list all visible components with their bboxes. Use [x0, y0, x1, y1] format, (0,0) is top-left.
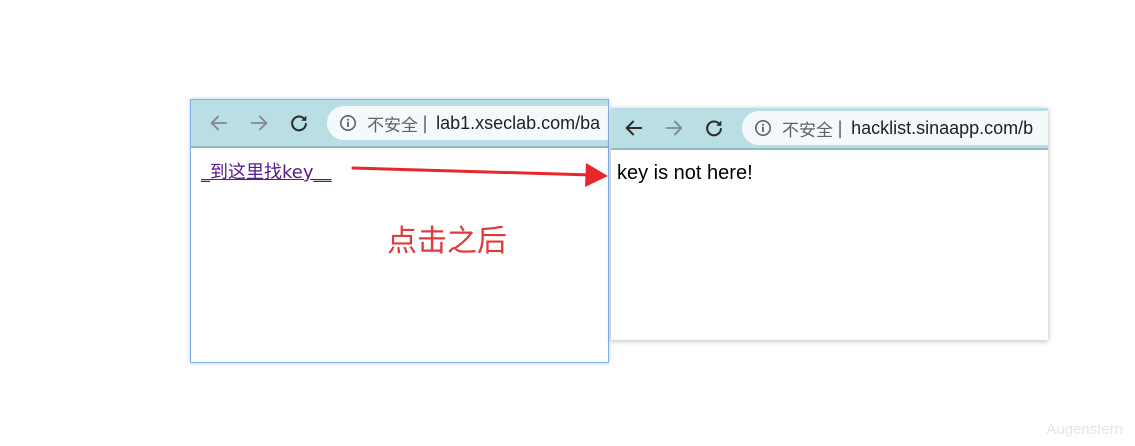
url-text[interactable]: lab1.xseclab.com/ba — [436, 113, 600, 134]
arrow-head — [585, 163, 608, 187]
address-separator: | — [837, 117, 844, 139]
page-content: key is not here! — [611, 150, 1048, 340]
info-circle-icon[interactable] — [754, 119, 772, 137]
red-arrow-annotation — [351, 163, 608, 187]
info-circle-icon[interactable] — [339, 114, 357, 132]
address-bar[interactable]: 不安全 | hacklist.sinaapp.com/b — [742, 111, 1048, 145]
reload-button[interactable] — [700, 114, 728, 142]
browser-window-after: 不安全 | hacklist.sinaapp.com/b key is not … — [611, 108, 1048, 340]
arrow-right-icon — [250, 115, 268, 131]
forward-button[interactable] — [660, 114, 688, 142]
find-key-link[interactable]: _到这里找key__ — [201, 158, 332, 184]
security-status[interactable]: 不安全 — [367, 111, 418, 136]
arrow-left-icon — [625, 120, 643, 136]
watermark: Augenstern — [1046, 421, 1123, 438]
security-status[interactable]: 不安全 — [782, 116, 833, 141]
browser-toolbar: 不安全 | hacklist.sinaapp.com/b — [611, 108, 1048, 150]
reload-button[interactable] — [285, 109, 313, 137]
back-button[interactable] — [205, 109, 233, 137]
arrow-right-icon — [665, 120, 683, 136]
arrow-left-icon — [210, 115, 228, 131]
back-button[interactable] — [620, 114, 648, 142]
reload-icon — [706, 120, 722, 137]
annotation-after-click: 点击之后 — [387, 224, 507, 259]
forward-button[interactable] — [245, 109, 273, 137]
page-body-text: key is not here! — [617, 162, 753, 184]
url-text[interactable]: hacklist.sinaapp.com/b — [851, 118, 1033, 139]
address-separator: | — [422, 112, 429, 134]
address-bar[interactable]: 不安全 | lab1.xseclab.com/ba — [327, 106, 608, 140]
arrow-shaft — [351, 166, 594, 177]
reload-icon — [291, 115, 307, 132]
browser-toolbar: 不安全 | lab1.xseclab.com/ba — [191, 100, 608, 148]
